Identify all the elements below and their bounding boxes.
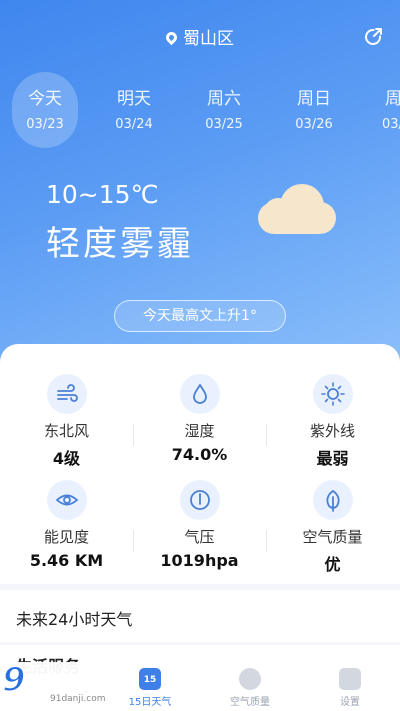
metric-value: 优	[324, 555, 341, 574]
day-tab-partial[interactable]: 周 03/	[371, 72, 400, 148]
cloud-icon	[252, 182, 340, 234]
eye-icon	[46, 480, 87, 520]
metric-value: 5.46 KM	[29, 551, 104, 570]
divider	[266, 424, 267, 446]
weather-hero: 蜀山区 今天 03/23 明天 03/24 周六 03/25 周日 03/26 …	[0, 0, 400, 370]
watermark-url: 91danji.com	[50, 694, 106, 704]
day-name: 周日	[297, 89, 331, 109]
tab-settings[interactable]: 设置	[300, 668, 400, 708]
day-tabs: 今天 03/23 明天 03/24 周六 03/25 周日 03/26 周 03…	[12, 72, 400, 152]
day-name: 今天	[28, 89, 62, 109]
metric-pressure: 气压 1019hpa	[133, 480, 266, 580]
wind-icon	[46, 374, 87, 414]
metric-uv: 紫外线 最弱	[266, 374, 399, 474]
weather-condition: 轻度雾霾	[46, 224, 194, 264]
metric-label: 东北风	[43, 422, 89, 440]
divider	[266, 530, 267, 552]
metric-humidity: 湿度 74.0%	[133, 374, 266, 474]
day-tab-saturday[interactable]: 周六 03/25	[191, 72, 257, 148]
temperature-range: 10~15℃	[46, 180, 159, 209]
tab-label: 设置	[340, 697, 360, 708]
metric-value: 1019hpa	[160, 551, 239, 570]
location-name: 蜀山区	[183, 29, 234, 49]
metric-value: 74.0%	[171, 445, 228, 464]
day-date: 03/25	[205, 117, 243, 132]
day-tab-sunday[interactable]: 周日 03/26	[281, 72, 347, 148]
metric-wind: 东北风 4级	[0, 374, 133, 474]
metric-value: 4级	[52, 449, 81, 468]
day-date: 03/24	[115, 117, 153, 132]
day-name: 周六	[207, 89, 241, 109]
metric-air-quality: 空气质量 优	[266, 480, 399, 580]
divider	[133, 530, 134, 552]
divider	[133, 424, 134, 446]
top-bar: 蜀山区	[0, 0, 400, 70]
watermark-number: 9	[1, 659, 27, 701]
metric-label: 湿度	[184, 422, 215, 440]
metric-label: 空气质量	[302, 528, 363, 546]
day-tab-today[interactable]: 今天 03/23	[12, 72, 78, 148]
leaf-icon	[312, 480, 353, 520]
temperature-tip: 今天最高文上升1°	[114, 300, 286, 332]
day-name: 周	[385, 89, 400, 109]
metric-visibility: 能见度 5.46 KM	[0, 480, 133, 580]
share-icon[interactable]	[364, 26, 384, 46]
day-name: 明天	[117, 89, 151, 109]
gauge-icon	[179, 480, 220, 520]
tab-air-quality[interactable]: 空气质量	[200, 668, 300, 708]
location-selector[interactable]: 蜀山区	[0, 24, 400, 49]
hourly-forecast-section: 未来24小时天气	[0, 590, 400, 642]
gear-icon	[339, 668, 361, 690]
location-pin-icon	[163, 29, 180, 46]
cloud-tab-icon	[239, 668, 261, 690]
watermark-logo: 9 游戏 91danji.com	[1, 659, 152, 710]
day-date: 03/	[382, 117, 400, 132]
metrics-card: 东北风 4级 湿度 74.0% 紫外线 最弱 能见度 5.46 KM 气压 10…	[0, 344, 400, 584]
droplet-icon	[179, 374, 220, 414]
metric-label: 气压	[184, 528, 215, 546]
day-date: 03/26	[295, 117, 333, 132]
day-date: 03/23	[26, 117, 64, 132]
day-tab-tomorrow[interactable]: 明天 03/24	[101, 72, 167, 148]
tab-label: 空气质量	[230, 697, 270, 708]
metric-label: 紫外线	[309, 422, 355, 440]
metric-value: 最弱	[316, 449, 349, 468]
sun-icon	[312, 374, 353, 414]
section-title: 未来24小时天气	[16, 610, 133, 629]
metric-label: 能见度	[43, 528, 89, 546]
